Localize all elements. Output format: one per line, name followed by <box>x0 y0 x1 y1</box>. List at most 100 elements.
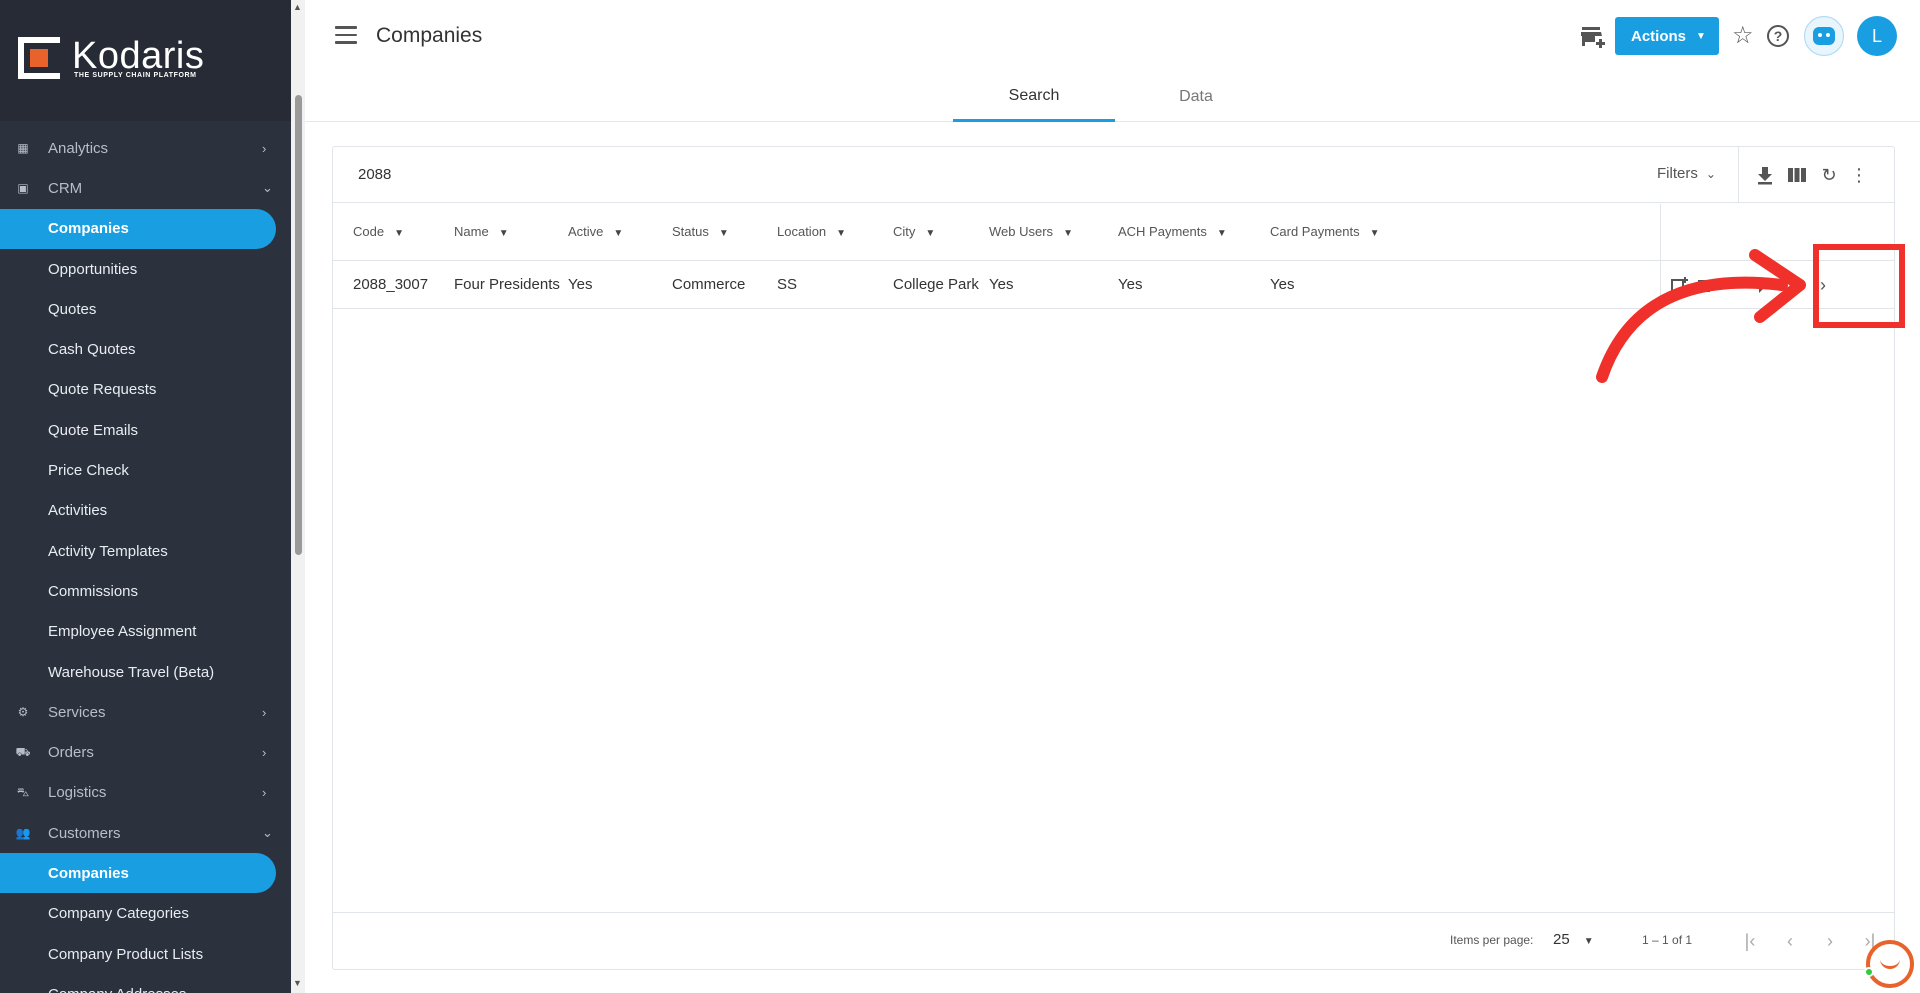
sidebar-item-analytics[interactable]: ▦ Analytics › <box>0 128 291 168</box>
sort-caret-icon: ▼ <box>498 228 509 239</box>
sidebar-item-company-product-lists[interactable]: Company Product Lists <box>0 934 291 974</box>
menu-icon[interactable] <box>335 26 357 44</box>
next-page-icon[interactable]: › <box>1818 929 1842 953</box>
sort-caret-icon: ▼ <box>1063 228 1073 239</box>
first-page-icon[interactable]: |‹ <box>1738 929 1762 953</box>
sidebar-item-companies[interactable]: Companies <box>0 853 291 894</box>
column-header-city[interactable]: City ▼ <box>893 224 935 239</box>
sidebar-item-label: Orders <box>48 744 94 762</box>
crm-icon: ▣ <box>17 181 29 196</box>
sidebar-scroll-thumb[interactable] <box>295 95 302 555</box>
sidebar-item-quote-requests[interactable]: Quote Requests <box>0 370 291 410</box>
actions-button[interactable]: Actions ▼ <box>1615 17 1719 55</box>
scroll-down-icon[interactable]: ▼ <box>293 978 302 988</box>
search-input[interactable]: 2088 <box>358 166 391 183</box>
sidebar-item-company-categories[interactable]: Company Categories <box>0 894 291 934</box>
scroll-up-icon[interactable]: ▲ <box>293 2 302 12</box>
column-header-active[interactable]: Active ▼ <box>568 224 623 239</box>
column-header-label: Status <box>672 224 709 239</box>
sidebar-item-quotes[interactable]: Quotes <box>0 289 291 329</box>
sidebar-item-label: Companies <box>48 220 129 238</box>
sidebar-item-label: Services <box>48 703 106 721</box>
kodaris-logo-icon <box>18 37 66 79</box>
table-cell: Yes <box>989 276 1014 293</box>
column-header-location[interactable]: Location ▼ <box>777 224 846 239</box>
table-cell: Yes <box>1118 276 1143 293</box>
actions-label: Actions <box>1631 27 1687 45</box>
chevron-right-icon: › <box>262 140 267 156</box>
caret-down-icon: ▼ <box>1583 936 1594 947</box>
column-header-label: Code <box>353 224 385 239</box>
sidebar-item-label: Companies <box>48 864 129 882</box>
user-avatar[interactable]: L <box>1857 16 1897 56</box>
sidebar: Kodaris THE SUPPLY CHAIN PLATFORM ▦ Analy… <box>0 0 291 993</box>
sidebar-item-label: Quote Emails <box>48 421 139 439</box>
sidebar-item-commissions[interactable]: Commissions <box>0 571 291 611</box>
sidebar-item-companies[interactable]: Companies <box>0 208 291 249</box>
download-icon[interactable] <box>1754 164 1776 186</box>
column-header-name[interactable]: Name ▼ <box>454 224 509 239</box>
top-header: Companies Actions ▼ ☆ ? L Search Data <box>305 0 1920 122</box>
sidebar-item-label: Company Product Lists <box>48 945 204 963</box>
sidebar-item-cash-quotes[interactable]: Cash Quotes <box>0 329 291 369</box>
sidebar-item-price-check[interactable]: Price Check <box>0 450 291 490</box>
orders-icon: ⛟ <box>15 744 31 759</box>
chevron-right-icon: › <box>262 785 267 801</box>
sidebar-item-services[interactable]: ⚙ Services › <box>0 692 291 732</box>
columns-icon[interactable] <box>1786 164 1808 186</box>
sort-caret-icon: ▼ <box>1369 228 1380 239</box>
filters-button[interactable]: Filters ⌄ <box>1657 165 1716 182</box>
sidebar-item-warehouse-travel-beta[interactable]: Warehouse Travel (Beta) <box>0 652 291 692</box>
sort-caret-icon: ▼ <box>836 228 847 239</box>
sidebar-item-opportunities[interactable]: Opportunities <box>0 249 291 289</box>
sidebar-item-label: Employee Assignment <box>48 623 197 641</box>
sidebar-item-employee-assignment[interactable]: Employee Assignment <box>0 612 291 652</box>
sidebar-item-crm[interactable]: ▣ CRM ⌄ <box>0 168 291 208</box>
items-per-page-value: 25 <box>1553 931 1570 948</box>
column-header-web-users[interactable]: Web Users ▼ <box>989 224 1073 239</box>
chevron-right-icon: › <box>262 704 267 720</box>
column-header-status[interactable]: Status ▼ <box>672 224 729 239</box>
sidebar-item-label: CRM <box>48 179 83 197</box>
online-status-dot <box>1864 967 1874 977</box>
sidebar-item-label: Customers <box>48 824 121 842</box>
sidebar-item-label: Price Check <box>48 462 129 480</box>
sidebar-item-activities[interactable]: Activities <box>0 491 291 531</box>
sidebar-item-quote-emails[interactable]: Quote Emails <box>0 410 291 450</box>
previous-page-icon[interactable]: ‹ <box>1778 929 1802 953</box>
chevron-down-icon: ⌄ <box>1705 167 1716 181</box>
add-store-icon[interactable] <box>1581 26 1607 48</box>
search-toolbar: 2088 Filters ⌄ ↻ ⋮ <box>333 147 1894 203</box>
tab-data[interactable]: Data <box>1115 72 1277 122</box>
support-chat-icon[interactable] <box>1866 940 1914 988</box>
sidebar-item-label: Activities <box>48 502 108 520</box>
column-header-ach-payments[interactable]: ACH Payments ▼ <box>1118 224 1227 239</box>
items-per-page-select[interactable]: 25 ▼ <box>1553 931 1594 948</box>
sidebar-item-customers[interactable]: 👥 Customers ⌄ <box>0 813 291 853</box>
sidebar-item-label: Cash Quotes <box>48 341 136 359</box>
refresh-icon[interactable]: ↻ <box>1818 164 1840 186</box>
logo-area: Kodaris THE SUPPLY CHAIN PLATFORM <box>0 0 291 121</box>
sidebar-item-logistics[interactable]: ⛍ Logistics › <box>0 773 291 813</box>
table-cell: Four Presidents <box>454 276 560 293</box>
column-header-card-payments[interactable]: Card Payments ▼ <box>1270 224 1380 239</box>
star-icon[interactable]: ☆ <box>1732 22 1754 50</box>
column-header-label: ACH Payments <box>1118 224 1207 239</box>
sidebar-item-orders[interactable]: ⛟ Orders › <box>0 732 291 772</box>
more-vert-icon[interactable]: ⋮ <box>1848 164 1870 186</box>
brand-name: Kodaris <box>72 35 205 77</box>
table-paginator: Items per page: 25 ▼ 1 – 1 of 1 |‹ ‹ › ›| <box>333 912 1894 969</box>
tab-search[interactable]: Search <box>953 72 1115 122</box>
page-range: 1 – 1 of 1 <box>1642 933 1693 947</box>
sidebar-item-label: Activity Templates <box>48 542 168 560</box>
sidebar-item-activity-templates[interactable]: Activity Templates <box>0 531 291 571</box>
assistant-bot-button[interactable] <box>1804 16 1844 56</box>
sidebar-item-label: Quotes <box>48 300 97 318</box>
sort-caret-icon: ▼ <box>394 228 404 239</box>
sidebar-item-company-addresses[interactable]: Company Addresses <box>0 974 291 993</box>
column-header-label: Location <box>777 224 827 239</box>
sort-caret-icon: ▼ <box>1216 228 1227 239</box>
help-icon[interactable]: ? <box>1767 25 1789 47</box>
column-header-code[interactable]: Code ▼ <box>353 224 404 239</box>
robot-icon <box>1813 27 1835 45</box>
